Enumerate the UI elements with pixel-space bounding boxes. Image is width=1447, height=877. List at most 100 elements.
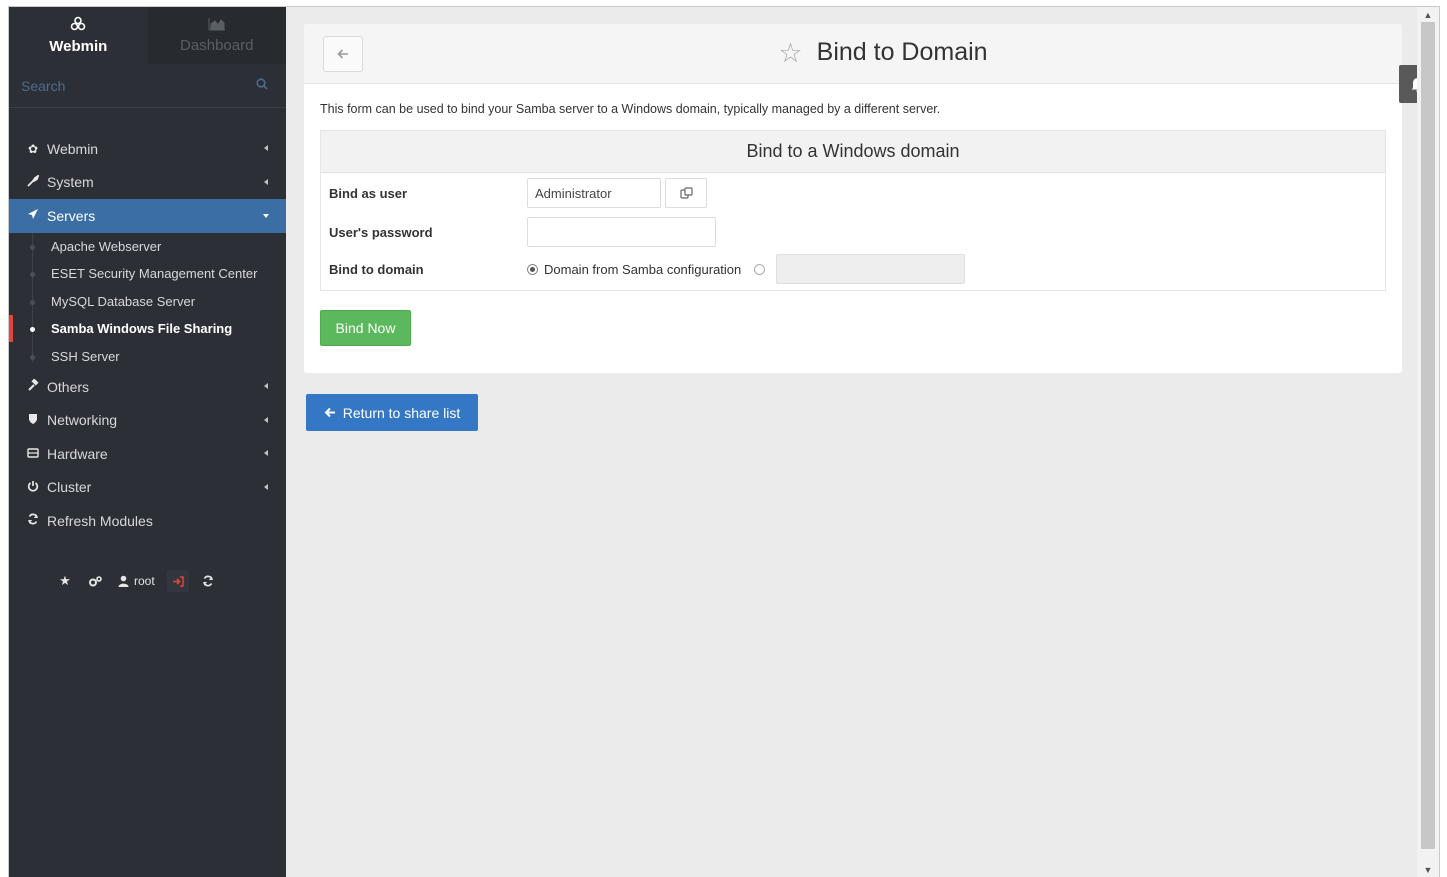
password-label: User's password: [329, 224, 433, 240]
sidebar-item-refresh-modules[interactable]: Refresh Modules: [9, 504, 286, 538]
vertical-scrollbar[interactable]: ▲ ▼: [1417, 7, 1439, 877]
webmin-tab-label: Webmin: [49, 38, 108, 55]
submenu-item-mysql[interactable]: MySQL Database Server: [9, 288, 286, 316]
domain-row: Bind to domain Domain from Samba configu…: [329, 254, 966, 284]
sidebar-menu: ✿ Webmin System Servers Apache Webserver…: [9, 132, 286, 538]
sidebar-item-cluster[interactable]: Cluster: [9, 471, 286, 505]
webmin-logo-icon: [70, 16, 86, 36]
caret-left-icon: [264, 145, 268, 151]
domain-samba-label: Domain from Samba configuration: [544, 261, 742, 277]
user-label: root: [134, 574, 155, 588]
hdd-icon: [26, 447, 40, 461]
sidebar-item-others[interactable]: Others: [9, 370, 286, 404]
submenu-item-samba[interactable]: Samba Windows File Sharing: [9, 315, 286, 343]
bind-user-row: Bind as user: [329, 178, 707, 208]
caret-left-icon: [264, 416, 268, 423]
panel-title: Bind to a Windows domain: [321, 131, 1385, 173]
scroll-up-icon[interactable]: ▲: [1417, 9, 1439, 21]
shield-icon: [26, 413, 40, 428]
scrollbar-thumb[interactable]: [1421, 22, 1435, 849]
title-wrap: ☆ Bind to Domain: [364, 38, 1402, 67]
refresh-icon[interactable]: [197, 570, 219, 592]
caret-left-icon: [264, 450, 268, 456]
page-title: Bind to Domain: [816, 38, 988, 66]
user-picker-icon: [679, 187, 693, 199]
submenu-item-label: MySQL Database Server: [51, 293, 196, 309]
scroll-down-icon[interactable]: ▼: [1417, 864, 1439, 876]
sidebar-item-hardware[interactable]: Hardware: [9, 437, 286, 471]
bullet-icon: [30, 327, 35, 332]
bullet-icon: [30, 354, 35, 360]
sidebar-item-label: Hardware: [47, 445, 108, 462]
caret-left-icon: [264, 178, 268, 185]
return-button-label: Return to share list: [342, 404, 461, 421]
current-marker: [9, 315, 13, 342]
sidebar-search: [9, 64, 286, 108]
sidebar-item-label: Refresh Modules: [47, 512, 153, 529]
submenu-item-label: SSH Server: [51, 348, 120, 364]
refresh-icon: [26, 513, 40, 528]
sidebar: Webmin Dashboard ✿ Webmin: [9, 7, 286, 877]
domain-input[interactable]: [776, 254, 966, 284]
logout-icon[interactable]: [166, 570, 189, 592]
bullet-icon: [30, 299, 35, 305]
caret-down-icon: [263, 214, 269, 218]
submenu-item-label: Apache Webserver: [51, 238, 162, 254]
sidebar-item-webmin[interactable]: ✿ Webmin: [9, 132, 286, 166]
bind-user-label: Bind as user: [329, 185, 408, 201]
dashboard-tab-label: Dashboard: [180, 37, 254, 54]
webmin-tab[interactable]: Webmin: [9, 7, 148, 64]
password-row: User's password: [329, 217, 716, 247]
search-input[interactable]: [21, 72, 271, 100]
arrow-left-icon: [337, 49, 348, 59]
user-picker-button[interactable]: [665, 178, 707, 208]
bullet-icon: [30, 272, 35, 277]
sidebar-item-label: Cluster: [47, 479, 92, 496]
domain-label: Bind to domain: [329, 261, 424, 277]
password-field[interactable]: [527, 217, 716, 247]
power-icon: [26, 480, 40, 495]
wrench-icon: [26, 173, 40, 190]
sidebar-item-system[interactable]: System: [9, 166, 286, 200]
sidebar-item-label: Servers: [47, 207, 96, 224]
return-to-share-list-button[interactable]: Return to share list: [306, 394, 478, 431]
caret-left-icon: [264, 483, 268, 490]
submenu-item-apache[interactable]: Apache Webserver: [9, 233, 286, 261]
gavel-icon: [26, 378, 40, 394]
gear-icon: ✿: [27, 141, 39, 156]
sidebar-item-label: Networking: [47, 412, 118, 429]
submenu-item-label: Samba Windows File Sharing: [51, 321, 233, 337]
bind-now-button[interactable]: Bind Now: [320, 310, 411, 346]
caret-left-icon: [264, 383, 268, 389]
brand-row: Webmin Dashboard: [9, 7, 286, 64]
star-icon[interactable]: ★: [54, 570, 76, 592]
submenu-item-ssh[interactable]: SSH Server: [9, 343, 286, 371]
user-icon: [118, 575, 129, 587]
page-header: ☆ Bind to Domain: [304, 24, 1402, 84]
rocket-icon: [26, 208, 40, 223]
sidebar-item-networking[interactable]: Networking: [9, 404, 286, 438]
browser-frame: Webmin Dashboard ✿ Webmin: [8, 6, 1440, 877]
page-description: This form can be used to bind your Samba…: [320, 102, 941, 116]
submenu-item-label: ESET Security Management Center: [51, 266, 258, 282]
arrow-left-icon: [324, 407, 335, 418]
domain-samba-radio[interactable]: [527, 263, 538, 275]
sidebar-footer: ★ root: [54, 570, 219, 592]
bind-user-input[interactable]: [527, 178, 661, 208]
sidebar-item-servers[interactable]: Servers: [9, 199, 286, 233]
back-button[interactable]: [323, 36, 363, 72]
bullet-icon: [30, 244, 35, 250]
search-icon[interactable]: [256, 78, 268, 90]
bind-form-panel: Bind to a Windows domain Bind as user Us…: [320, 130, 1386, 291]
sidebar-item-label: System: [47, 174, 94, 191]
main-content: ☆ Bind to Domain This form can be used t…: [304, 24, 1402, 373]
servers-submenu: Apache Webserver ESET Security Managemen…: [9, 232, 286, 371]
domain-custom-radio[interactable]: [754, 263, 766, 275]
favorite-star-icon[interactable]: ☆: [778, 39, 802, 67]
submenu-item-eset[interactable]: ESET Security Management Center: [9, 260, 286, 288]
cogs-icon[interactable]: [84, 570, 106, 592]
user-menu[interactable]: root: [114, 570, 159, 592]
sidebar-item-label: Others: [47, 378, 90, 395]
dashboard-tab[interactable]: Dashboard: [147, 7, 286, 64]
sidebar-item-label: Webmin: [47, 140, 99, 157]
